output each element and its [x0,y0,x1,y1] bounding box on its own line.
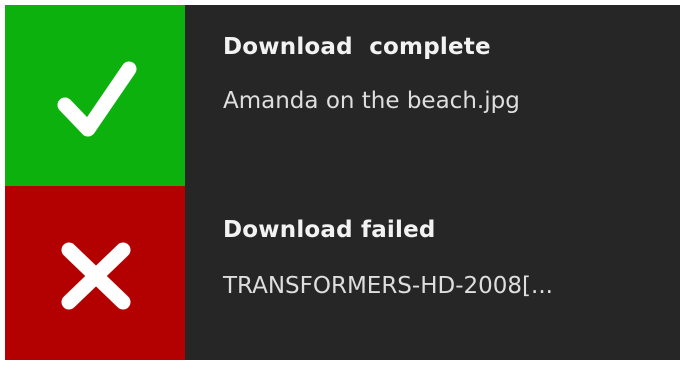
notification-title: Download failed [223,217,436,243]
x-icon [61,242,131,310]
status-tile-failed [5,186,185,360]
notification-filename: Amanda on the beach.jpg [223,88,520,114]
download-complete-notification[interactable]: Download complete Amanda on the beach.jp… [5,5,680,186]
notifications-panel: Download complete Amanda on the beach.jp… [5,5,680,360]
notification-filename: TRANSFORMERS-HD-2008[... [223,273,553,299]
notification-title: Download complete [223,34,491,60]
status-tile-success [5,5,185,186]
download-failed-notification[interactable]: Download failed TRANSFORMERS-HD-2008[... [5,186,680,360]
checkmark-icon [57,61,137,137]
